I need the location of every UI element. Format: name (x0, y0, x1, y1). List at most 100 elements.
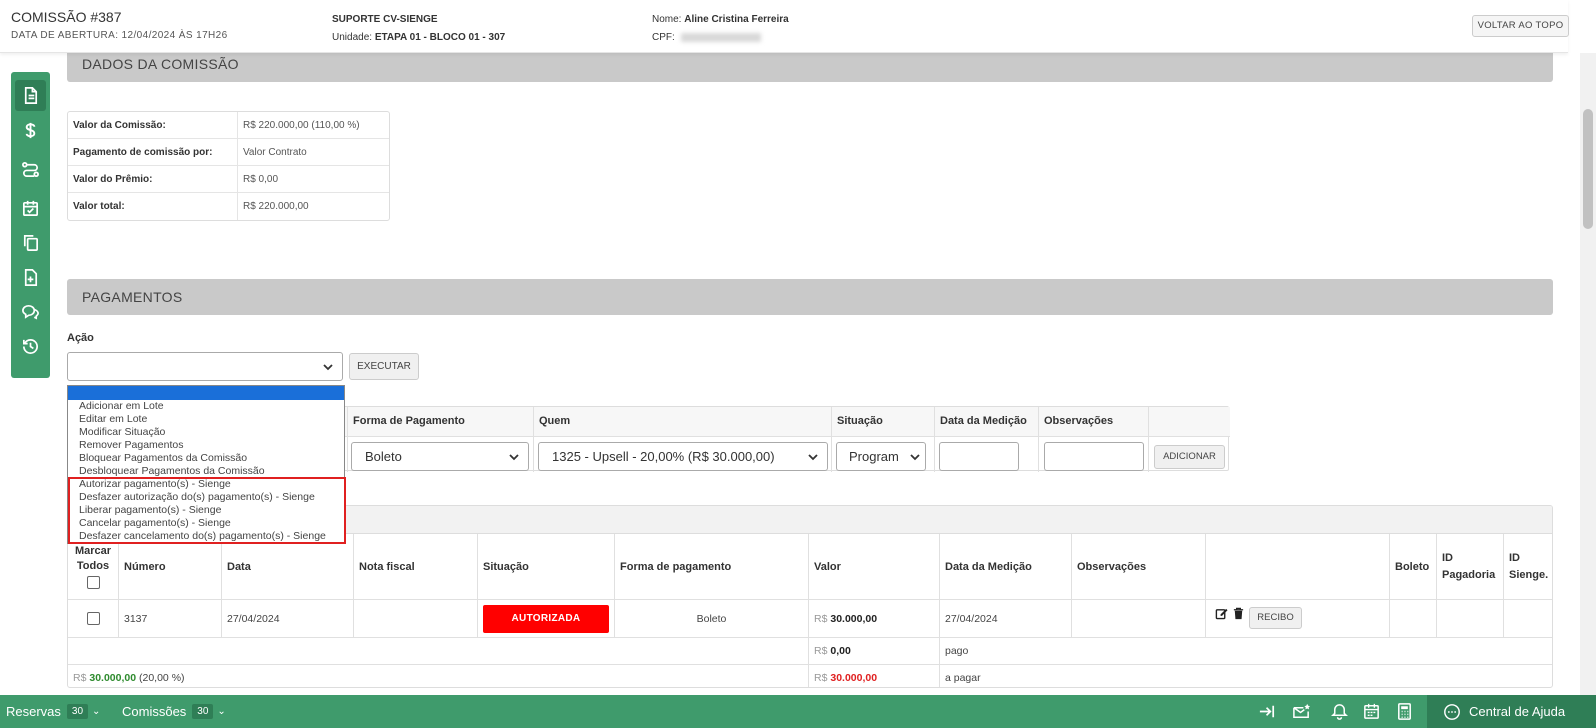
mark-all-checkbox[interactable] (86, 576, 100, 589)
calculator-icon[interactable] (1395, 702, 1414, 721)
row-numero: 3137 (119, 600, 222, 637)
chevron-down-icon: ⌄ (92, 706, 101, 717)
form-header-situacao: Situação (832, 407, 935, 436)
dropdown-option[interactable]: Liberar pagamento(s) - Sienge (79, 504, 221, 516)
arrow-to-right-icon[interactable] (1258, 702, 1277, 721)
dropdown-option[interactable]: Adicionar em Lote (79, 400, 164, 412)
dropdown-option[interactable]: Editar em Lote (79, 413, 147, 425)
dropdown-option[interactable]: Modificar Situação (79, 426, 165, 438)
unit-label: Unidade: (332, 32, 373, 43)
dropdown-option[interactable]: Bloquear Pagamentos da Comissão (79, 452, 247, 464)
row-valor-amount: 30.000,00 (830, 612, 878, 625)
section-pagamentos: PAGAMENTOS (67, 279, 1553, 315)
paid-label: pago (945, 645, 969, 657)
unit-value: ETAPA 01 - BLOCO 01 - 307 (374, 32, 506, 43)
row-checkbox-cell (68, 600, 119, 637)
edit-icon[interactable] (1215, 607, 1228, 620)
name-value: Aline Cristina Ferreira (684, 14, 789, 25)
row-data-medicao: 27/04/2024 (940, 600, 1072, 637)
comissoes-menu[interactable]: Comissões 30 ⌄ (122, 695, 226, 728)
action-dropdown-list[interactable]: Adicionar em Lote Editar em Lote Modific… (67, 385, 345, 544)
dropdown-option[interactable]: Desbloquear Pagamentos da Comissão (79, 465, 265, 477)
calendar-icon[interactable] (1362, 702, 1381, 721)
form-cell-quem: 1325 - Upsell - 20,00% (R$ 30.000,00) (534, 436, 832, 472)
chat-icon[interactable] (15, 296, 46, 327)
mail-star-icon[interactable] (1292, 702, 1311, 721)
row-boleto (1390, 600, 1437, 637)
to-pay-amount: R$ 30.000,00 (809, 665, 940, 687)
execute-button[interactable]: EXECUTAR (349, 353, 419, 380)
to-pay-value: 30.000,00 (830, 672, 878, 684)
total-commission-amount: R$ 30.000,00 (20,00 %) (68, 665, 809, 687)
dropdown-option[interactable]: Cancelar pagamento(s) - Sienge (79, 517, 231, 529)
summary-row-paid: R$ 0,00 pago (68, 637, 1552, 664)
col-nota-fiscal: Nota fiscal (354, 534, 478, 599)
route-icon[interactable] (15, 154, 46, 185)
back-to-top-button[interactable]: VOLTAR AO TOPO (1472, 15, 1569, 37)
chevron-down-icon (323, 364, 333, 371)
add-button[interactable]: ADICIONAR (1154, 445, 1225, 469)
data-key: Valor total: (68, 193, 238, 220)
who-select[interactable]: 1325 - Upsell - 20,00% (R$ 30.000,00) (538, 442, 828, 471)
reservas-menu[interactable]: Reservas 30 ⌄ (6, 695, 100, 728)
form-cell-action: ADICIONAR (1149, 436, 1230, 472)
client-info: Nome: Aline Cristina Ferreira CPF: (652, 11, 789, 47)
table-row: Valor da Comissão: R$ 220.000,00 (110,00 … (68, 112, 389, 139)
row-nota-fiscal (354, 600, 478, 637)
chevron-down-icon: ⌄ (217, 706, 226, 717)
dropdown-selected-blank[interactable] (68, 386, 344, 400)
receipt-button[interactable]: RECIBO (1249, 607, 1302, 629)
measurement-date-input[interactable] (939, 442, 1019, 471)
dropdown-option[interactable]: Desfazer autorização do(s) pagamento(s) … (79, 491, 315, 503)
form-cell-situacao: Program (832, 436, 935, 472)
col-observacoes: Observações (1072, 534, 1206, 599)
file-plus-icon[interactable] (15, 262, 46, 293)
total-commission-value: 30.000,00 (89, 672, 137, 684)
commission-data-table: Valor da Comissão: R$ 220.000,00 (110,00 … (67, 111, 390, 221)
summary-row-to-pay: R$ 30.000,00 (20,00 %) R$ 30.000,00 a pa… (68, 664, 1552, 687)
page-scrollbar[interactable] (1580, 53, 1596, 695)
summary-blank (68, 638, 809, 664)
side-icon-bar (11, 72, 50, 378)
status-badge: AUTORIZADA (483, 604, 609, 633)
mark-all-label: Marcar Todos (74, 545, 112, 572)
action-label: Ação (67, 332, 94, 344)
paid-amount: R$ 0,00 (809, 638, 940, 664)
reservas-count: 30 (66, 704, 89, 719)
col-valor: Valor (809, 534, 940, 599)
dropdown-option[interactable]: Remover Pagamentos (79, 439, 183, 451)
payment-method-select[interactable]: Boleto (351, 442, 529, 471)
history-icon[interactable] (15, 331, 46, 362)
cpf-blurred (680, 32, 761, 42)
status-select[interactable]: Program (836, 442, 926, 471)
form-header-data: Data da Medição (935, 407, 1039, 436)
commission-title: COMISSÃO #387 (11, 9, 122, 25)
currency-prefix: R$ (73, 672, 87, 684)
action-select[interactable] (67, 352, 343, 381)
bell-icon[interactable] (1330, 702, 1349, 721)
help-center-label: Central de Ajuda (1469, 704, 1566, 719)
dropdown-option[interactable]: Desfazer cancelamento do(s) pagamento(s)… (79, 530, 326, 542)
help-center-button[interactable]: Central de Ajuda (1427, 695, 1596, 728)
row-valor: R$ 30.000,00 (809, 600, 940, 637)
form-cell-data (935, 436, 1039, 472)
scrollbar-thumb[interactable] (1583, 109, 1593, 229)
row-id-pagadoria (1437, 600, 1504, 637)
name-line: Nome: Aline Cristina Ferreira (652, 11, 789, 29)
dropdown-option[interactable]: Autorizar pagamento(s) - Sienge (79, 478, 231, 490)
table-row[interactable]: 3137 27/04/2024 AUTORIZADA Boleto R$ 30.… (68, 599, 1552, 637)
trash-icon[interactable] (1232, 607, 1245, 620)
chevron-down-icon (509, 454, 519, 461)
page-header: COMISSÃO #387 DATA DE ABERTURA: 12/04/20… (0, 0, 1569, 53)
observations-input[interactable] (1044, 442, 1144, 471)
copy-icon[interactable] (15, 227, 46, 258)
row-checkbox[interactable] (86, 612, 100, 625)
who-value: 1325 - Upsell - 20,00% (R$ 30.000,00) (552, 449, 775, 464)
document-icon[interactable] (15, 80, 46, 111)
data-value: R$ 0,00 (238, 166, 389, 193)
cpf-line: CPF: (652, 29, 789, 47)
calendar-check-icon[interactable] (15, 193, 46, 224)
chevron-down-icon (808, 454, 818, 461)
dollar-icon[interactable] (15, 115, 46, 146)
data-value: Valor Contrato (238, 139, 389, 166)
